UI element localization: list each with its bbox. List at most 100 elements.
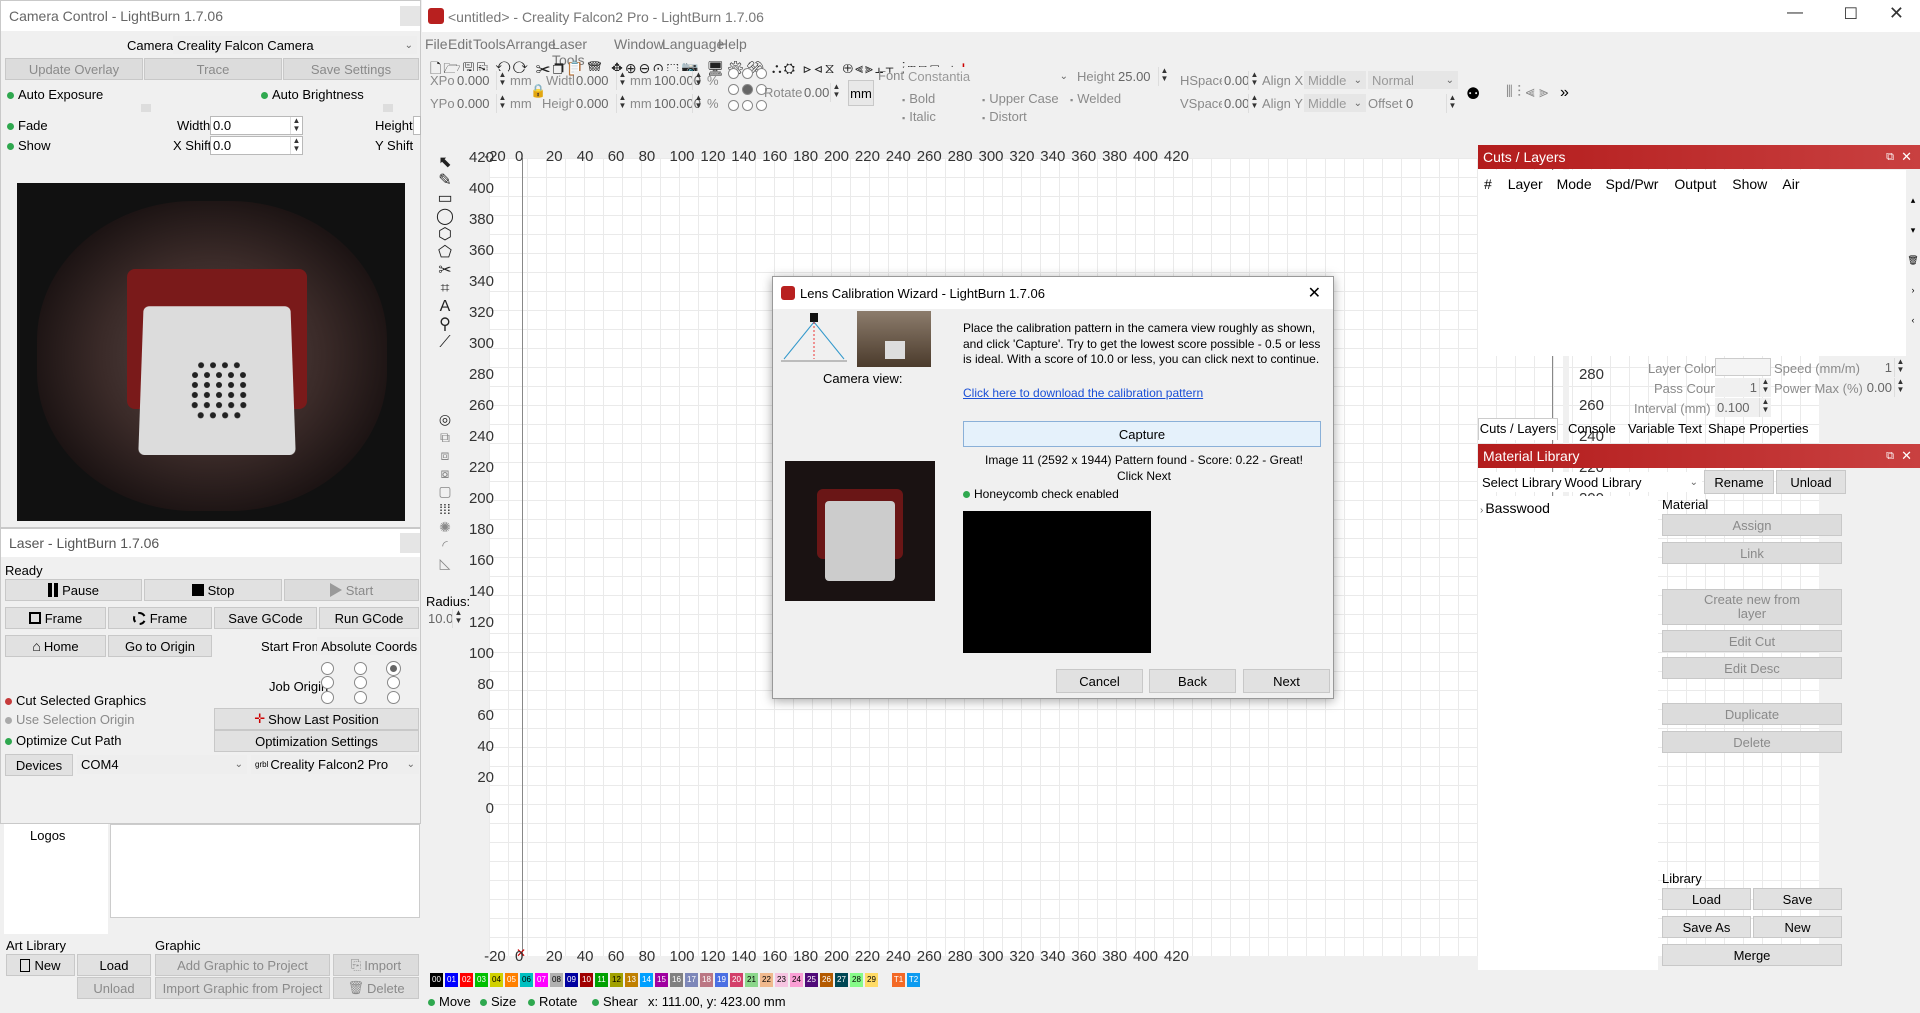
cut-selected-checkbox[interactable]: Cut Selected Graphics — [5, 693, 146, 708]
palette-swatch[interactable]: 25 — [805, 973, 818, 987]
palette-swatch[interactable]: 08 — [550, 973, 563, 987]
distort-checkbox[interactable]: ▪ Distort — [982, 109, 1027, 124]
camera-tools-icon[interactable]: ⚉ — [1466, 84, 1480, 104]
material-delete-button[interactable]: Delete — [1662, 731, 1842, 753]
spinner-icon[interactable]: ▲ ▼ — [1894, 378, 1906, 397]
go-to-origin-button[interactable]: Go to Origin — [108, 635, 212, 657]
align-right-icon[interactable]: ⫸ — [865, 60, 875, 76]
list-item[interactable]: Logos — [30, 828, 65, 843]
download-pattern-link[interactable]: Click here to download the calibration p… — [963, 386, 1203, 400]
palette-swatch[interactable]: 22 — [760, 973, 773, 987]
speed-input[interactable]: 1 ▲ ▼ — [1862, 358, 1906, 377]
devices-button[interactable]: Devices — [5, 754, 73, 776]
art-new-button[interactable]: New — [6, 954, 75, 976]
scissors-tool-icon[interactable]: ✂ — [432, 262, 458, 280]
units-mm-button[interactable]: mm — [848, 80, 874, 106]
anchor-radio[interactable] — [742, 100, 753, 111]
laser-window-close-icon[interactable] — [400, 533, 420, 553]
offset-tool-icon[interactable]: ◎ — [432, 410, 458, 428]
upper-case-checkbox[interactable]: ▪ Upper Case — [982, 91, 1059, 106]
palette-swatch[interactable]: 14 — [640, 973, 653, 987]
position-tool-icon[interactable]: ⚲ — [432, 316, 458, 334]
ellipse-tool-icon[interactable]: ◯ — [432, 208, 458, 226]
art-delete-button[interactable]: 🗑 Delete — [333, 977, 419, 999]
job-origin-radio-mc[interactable] — [354, 676, 367, 689]
round-corner-icon[interactable]: ◜ — [432, 536, 458, 554]
vspace-input[interactable]: 0.00 ▲ ▼ — [1222, 94, 1260, 113]
polygon-tool-icon[interactable]: ⬡ — [432, 226, 458, 244]
add-graphic-button[interactable]: Add Graphic to Project — [155, 954, 330, 976]
col-layer[interactable]: Layer — [1508, 176, 1543, 192]
palette-swatch[interactable]: 02 — [460, 973, 473, 987]
art-load-button[interactable]: Load — [77, 954, 151, 976]
palette-swatch[interactable]: 09 — [565, 973, 578, 987]
anchor-radio[interactable] — [756, 68, 767, 79]
italic-checkbox[interactable]: ▪ Italic — [902, 109, 936, 124]
float-panel-icon[interactable]: ⧉ — [1886, 151, 1894, 164]
exposure-slider[interactable] — [141, 104, 151, 112]
col-output[interactable]: Output — [1674, 176, 1716, 192]
spinner-icon[interactable]: ▲ ▼ — [1158, 67, 1170, 86]
library-load-button[interactable]: Load — [1662, 888, 1751, 910]
x-shift-input[interactable]: 0.0 ▲ ▼ — [210, 136, 303, 155]
move-layer-down-icon[interactable]: ▾ — [1906, 215, 1920, 245]
boolean-diff-icon[interactable]: ⧈ — [432, 446, 458, 464]
job-origin-radio-tl[interactable] — [321, 662, 334, 675]
home-button[interactable]: ⌂ Home — [5, 635, 106, 657]
overlay-height-input[interactable] — [413, 116, 421, 135]
group-icon[interactable]: ⛬ — [772, 60, 784, 76]
palette-swatch[interactable]: 29 — [865, 973, 878, 987]
palette-swatch[interactable]: 17 — [685, 973, 698, 987]
palette-swatch[interactable]: 27 — [835, 973, 848, 987]
maximize-icon[interactable]: ☐ — [1844, 4, 1858, 24]
welded-checkbox[interactable]: ▪ Welded — [1070, 91, 1121, 106]
pause-button[interactable]: Pause — [5, 579, 142, 601]
palette-swatch[interactable]: 06 — [520, 973, 533, 987]
trace-button[interactable]: Trace — [144, 58, 282, 80]
scroll-left-icon[interactable]: ‹ — [1906, 305, 1920, 335]
close-icon[interactable]: ✕ — [1889, 3, 1904, 24]
save-settings-button[interactable]: Save Settings — [283, 58, 419, 80]
link-button[interactable]: Link — [1662, 542, 1842, 564]
tab-console[interactable]: Console — [1568, 421, 1616, 436]
camera-window-close-icon[interactable] — [400, 6, 420, 26]
palette-swatch[interactable]: 23 — [775, 973, 788, 987]
pen-tool-icon[interactable]: ⬠ — [432, 244, 458, 262]
next-button[interactable]: Next — [1243, 669, 1330, 693]
job-origin-radio-bl[interactable] — [321, 691, 334, 704]
menu-arrange[interactable]: Arrange — [506, 36, 556, 52]
library-merge-button[interactable]: Merge — [1662, 944, 1842, 966]
hspace-input[interactable]: 0.00 ▲ ▼ — [1222, 71, 1260, 90]
frame-circle-button[interactable]: Frame — [108, 607, 212, 629]
spinner-icon[interactable]: ▲ ▼ — [290, 117, 302, 134]
text-mode-select[interactable]: Normal ⌄ — [1368, 71, 1458, 89]
chamfer-icon[interactable]: ◺ — [432, 554, 458, 572]
flip-h-icon[interactable]: ⊳ — [803, 60, 814, 76]
job-origin-radio-bc[interactable] — [354, 691, 367, 704]
menu-help[interactable]: Help — [718, 36, 747, 52]
offset-input[interactable]: 0 ▲ ▼ — [1404, 94, 1458, 113]
measure-tool-icon[interactable]: ⟋ — [432, 334, 458, 352]
menu-window[interactable]: Window — [614, 36, 664, 52]
palette-swatch[interactable]: 00 — [430, 973, 443, 987]
duplicate-button[interactable]: Duplicate — [1662, 703, 1842, 725]
col-mode[interactable]: Mode — [1557, 176, 1592, 192]
align-center-icon[interactable]: ⊕ — [842, 60, 855, 76]
palette-swatch[interactable]: 04 — [490, 973, 503, 987]
tab-shape-properties[interactable]: Shape Properties — [1708, 421, 1808, 436]
port-select[interactable]: COM4 ⌄ — [77, 755, 247, 774]
import-graphic-button[interactable]: Import Graphic from Project — [155, 977, 330, 999]
boolean-union-icon[interactable]: ⧉ — [432, 428, 458, 446]
layer-color-swatch[interactable] — [1715, 358, 1771, 376]
anchor-radio[interactable] — [742, 68, 753, 79]
auto-brightness-checkbox[interactable]: Auto Brightness — [261, 87, 364, 102]
device-select[interactable]: grbl Creality Falcon2 Pro ⌄ — [251, 755, 419, 774]
palette-swatch[interactable]: 20 — [730, 973, 743, 987]
dialog-close-icon[interactable]: ✕ — [1308, 283, 1321, 303]
spinner-icon[interactable]: ▲ ▼ — [692, 71, 704, 90]
overlay-width-input[interactable]: 0.0 ▲ ▼ — [210, 116, 303, 135]
update-overlay-button[interactable]: Update Overlay — [5, 58, 143, 80]
circular-array-icon[interactable]: ✺ — [432, 518, 458, 536]
menu-language[interactable]: Language — [662, 36, 724, 52]
cuts-layers-table[interactable]: # Layer Mode Spd/Pwr Output Show Air — [1478, 170, 1906, 356]
